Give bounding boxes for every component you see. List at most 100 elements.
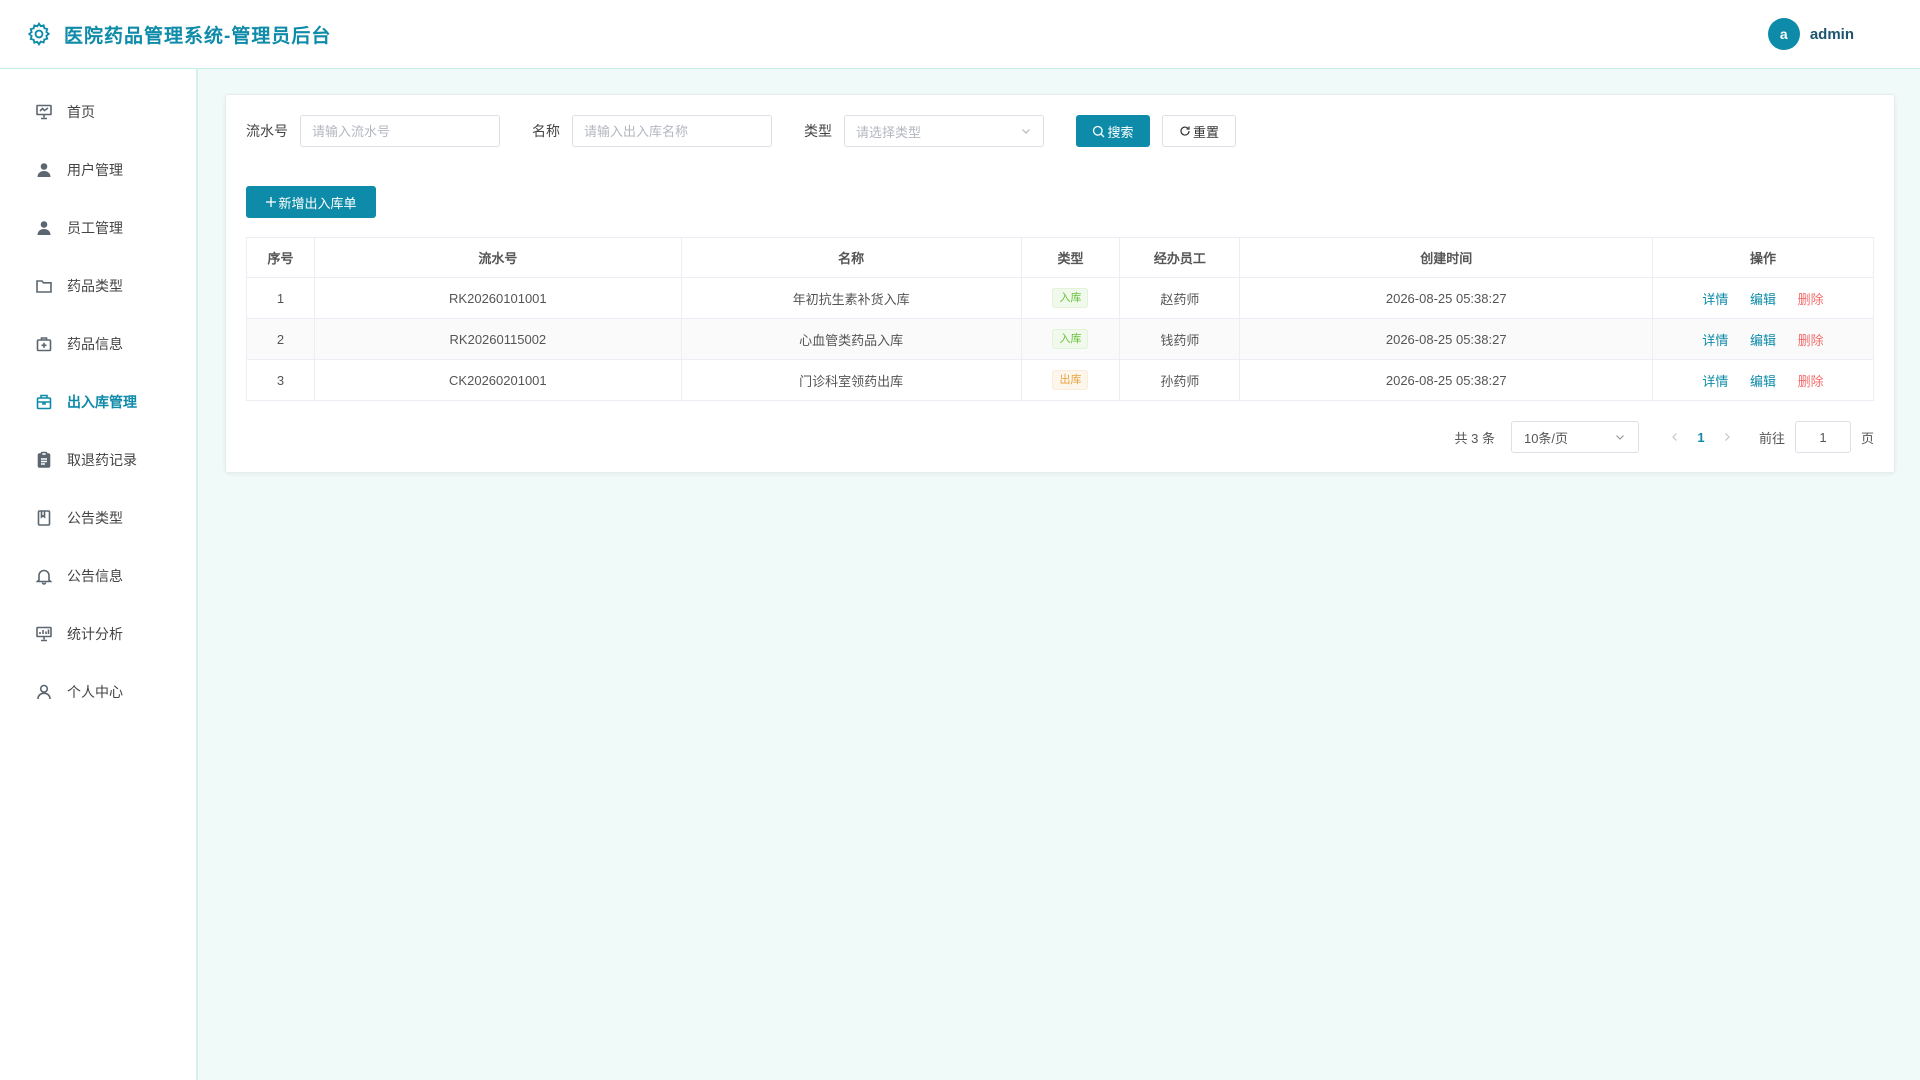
user-icon bbox=[37, 163, 51, 177]
name-input[interactable] bbox=[572, 115, 772, 147]
search-icon bbox=[1093, 125, 1105, 137]
type-select-placeholder: 请选择类型 bbox=[856, 124, 922, 140]
next-page-button[interactable] bbox=[1717, 430, 1737, 445]
chart-board-icon bbox=[36, 626, 52, 642]
cell-serial: RK20260115002 bbox=[314, 318, 682, 360]
add-button-label: 新增出入库单 bbox=[278, 195, 357, 211]
bell-icon bbox=[35, 569, 53, 585]
home-board-icon bbox=[36, 104, 52, 120]
stock-io-table: 序号 流水号 名称 类型 经办员工 创建时间 操作 1 RK2026010100… bbox=[246, 237, 1874, 401]
chevron-down-icon bbox=[1616, 435, 1624, 440]
sidebar-item-label: 首页 bbox=[67, 104, 95, 120]
column-header-name: 名称 bbox=[681, 237, 1022, 278]
delete-link[interactable]: 删除 bbox=[1798, 374, 1824, 389]
cell-name: 心血管类药品入库 bbox=[681, 318, 1022, 360]
column-header-index: 序号 bbox=[246, 237, 315, 278]
sidebar-item-dispense-records[interactable]: 取退药记录 bbox=[0, 431, 196, 489]
cell-created: 2026-08-25 05:38:27 bbox=[1239, 359, 1654, 401]
name-label: 名称 bbox=[532, 123, 560, 139]
column-header-created: 创建时间 bbox=[1239, 237, 1654, 278]
sidebar-item-users[interactable]: 用户管理 bbox=[0, 141, 196, 199]
column-header-serial: 流水号 bbox=[314, 237, 682, 278]
sidebar-item-stock-io[interactable]: 出入库管理 bbox=[0, 373, 196, 431]
clipboard-icon bbox=[37, 451, 51, 468]
app-title: 医院药品管理系统-管理员后台 bbox=[64, 25, 332, 47]
sidebar-item-profile[interactable]: 个人中心 bbox=[0, 663, 196, 721]
pagination-total: 共 3 条 bbox=[1454, 430, 1495, 446]
search-button-label: 搜索 bbox=[1107, 124, 1134, 140]
sidebar-item-staff[interactable]: 员工管理 bbox=[0, 199, 196, 257]
cell-serial: RK20260101001 bbox=[314, 277, 682, 319]
reset-button[interactable]: 重置 bbox=[1162, 115, 1236, 147]
folder-icon bbox=[36, 280, 52, 293]
add-stock-order-button[interactable]: 新增出入库单 bbox=[246, 186, 376, 218]
sidebar-item-notice-types[interactable]: 公告类型 bbox=[0, 489, 196, 547]
edit-link[interactable]: 编辑 bbox=[1750, 374, 1776, 389]
cell-created: 2026-08-25 05:38:27 bbox=[1239, 277, 1654, 319]
cell-serial: CK20260201001 bbox=[314, 359, 682, 401]
sidebar-item-label: 个人中心 bbox=[67, 684, 123, 700]
sidebar-item-label: 用户管理 bbox=[67, 162, 123, 178]
user-menu[interactable]: a admin bbox=[1767, 18, 1894, 50]
sidebar-item-label: 出入库管理 bbox=[67, 394, 137, 410]
table-row: 3 CK20260201001 门诊科室领药出库 出库 孙药师 2026-08-… bbox=[246, 359, 1874, 401]
cell-index: 3 bbox=[246, 359, 315, 401]
table-row: 2 RK20260115002 心血管类药品入库 入库 钱药师 2026-08-… bbox=[246, 318, 1874, 360]
column-header-actions: 操作 bbox=[1652, 237, 1874, 278]
gear-logo-icon bbox=[27, 22, 51, 46]
sidebar-item-notices[interactable]: 公告信息 bbox=[0, 547, 196, 605]
staff-icon bbox=[37, 221, 51, 235]
plus-icon bbox=[266, 197, 277, 207]
cell-created: 2026-08-25 05:38:27 bbox=[1239, 318, 1654, 360]
page-number-current[interactable]: 1 bbox=[1685, 430, 1717, 445]
pagination: 共 3 条 10条/页 1 前往 页 bbox=[1454, 421, 1874, 453]
chevron-down-icon bbox=[1022, 129, 1030, 134]
cell-type: 入库 bbox=[1021, 277, 1121, 319]
cell-actions: 详情 编辑 删除 bbox=[1652, 318, 1874, 360]
serial-label: 流水号 bbox=[246, 123, 288, 139]
sidebar-item-drug-info[interactable]: 药品信息 bbox=[0, 315, 196, 373]
prev-page-button[interactable] bbox=[1665, 430, 1685, 445]
search-button[interactable]: 搜索 bbox=[1076, 115, 1150, 147]
sidebar-item-label: 药品信息 bbox=[67, 336, 123, 352]
column-header-type: 类型 bbox=[1021, 237, 1121, 278]
sidebar-item-drug-types[interactable]: 药品类型 bbox=[0, 257, 196, 315]
cell-type: 出库 bbox=[1021, 359, 1121, 401]
table-row: 1 RK20260101001 年初抗生素补货入库 入库 赵药师 2026-08… bbox=[246, 277, 1874, 319]
detail-link[interactable]: 详情 bbox=[1702, 333, 1728, 348]
username[interactable]: admin bbox=[1810, 26, 1854, 43]
detail-link[interactable]: 详情 bbox=[1702, 374, 1728, 389]
goto-page-input[interactable] bbox=[1794, 421, 1851, 453]
delete-link[interactable]: 删除 bbox=[1798, 333, 1824, 348]
edit-link[interactable]: 编辑 bbox=[1750, 292, 1776, 307]
person-icon bbox=[37, 684, 51, 700]
serial-input[interactable] bbox=[300, 115, 500, 147]
cell-staff: 钱药师 bbox=[1119, 318, 1241, 360]
sidebar-item-label: 公告类型 bbox=[67, 510, 123, 526]
sidebar-item-label: 药品类型 bbox=[67, 278, 123, 294]
type-select[interactable]: 请选择类型 bbox=[844, 115, 1044, 147]
sidebar-item-label: 员工管理 bbox=[67, 220, 123, 236]
chevron-left-icon bbox=[1672, 432, 1677, 441]
type-tag-out: 出库 bbox=[1052, 370, 1089, 390]
cell-actions: 详情 编辑 删除 bbox=[1652, 277, 1874, 319]
sidebar-item-home[interactable]: 首页 bbox=[0, 83, 196, 141]
main-card: 流水号 名称 类型 请选择类型 搜索 重置 新增出入库单 序号 流水号 名称 类… bbox=[225, 94, 1895, 473]
page-size-select[interactable]: 10条/页 bbox=[1510, 421, 1639, 453]
medicine-box-icon bbox=[36, 337, 52, 352]
search-form: 流水号 名称 类型 请选择类型 搜索 重置 bbox=[246, 115, 1236, 147]
sidebar-item-label: 公告信息 bbox=[67, 568, 123, 584]
type-tag-in: 入库 bbox=[1052, 329, 1089, 349]
delete-link[interactable]: 删除 bbox=[1798, 292, 1824, 307]
reset-button-label: 重置 bbox=[1192, 124, 1219, 140]
sidebar-item-statistics[interactable]: 统计分析 bbox=[0, 605, 196, 663]
type-label: 类型 bbox=[804, 123, 832, 139]
cell-name: 年初抗生素补货入库 bbox=[681, 277, 1022, 319]
avatar[interactable]: a bbox=[1767, 18, 1800, 50]
column-header-staff: 经办员工 bbox=[1119, 237, 1241, 278]
edit-link[interactable]: 编辑 bbox=[1750, 333, 1776, 348]
sidebar-item-label: 统计分析 bbox=[67, 626, 123, 642]
detail-link[interactable]: 详情 bbox=[1702, 292, 1728, 307]
type-tag-in: 入库 bbox=[1052, 288, 1089, 308]
cell-index: 1 bbox=[246, 277, 315, 319]
